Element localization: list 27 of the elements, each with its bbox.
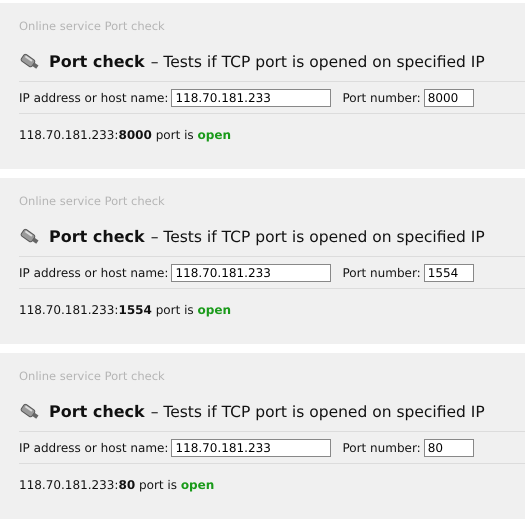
port-label: Port number:	[342, 266, 421, 280]
plug-icon	[19, 402, 41, 420]
result-text: 118.70.181.233:1554 port is open	[19, 303, 232, 317]
plug-icon	[19, 52, 41, 70]
ip-input-field[interactable]: 118.70.181.233	[171, 89, 332, 107]
page-subtitle: – Tests if TCP port is opened on specified IP	[150, 228, 485, 246]
port-input-field[interactable]: 8000	[424, 89, 474, 107]
ip-input-field[interactable]: 118.70.181.233	[171, 439, 332, 457]
port-input-field[interactable]: 80	[424, 439, 474, 457]
page-title: Port check	[49, 227, 145, 246]
ip-label: IP address or host name:	[19, 266, 168, 280]
port-label: Port number:	[342, 91, 421, 105]
breadcrumb-text: Online service Port check	[19, 368, 166, 385]
page-title: Port check	[49, 52, 145, 71]
ip-label: IP address or host name:	[19, 441, 168, 455]
ip-input-field[interactable]: 118.70.181.233	[171, 264, 332, 282]
port-input-field[interactable]: 1554	[424, 264, 474, 282]
result-text: 118.70.181.233:8000 port is open	[19, 128, 232, 142]
ip-label: IP address or host name:	[19, 91, 168, 105]
result-text: 118.70.181.233:80 port is open	[19, 478, 216, 492]
breadcrumb-text: Online service Port check	[19, 18, 166, 35]
page-subtitle: – Tests if TCP port is opened on specified IP	[150, 52, 485, 70]
breadcrumb-text: Online service Port check	[19, 193, 166, 210]
plug-icon	[19, 228, 41, 246]
port-label: Port number:	[342, 441, 421, 455]
page-subtitle: – Tests if TCP port is opened on specified IP	[150, 402, 485, 420]
page-title: Port check	[49, 402, 145, 421]
